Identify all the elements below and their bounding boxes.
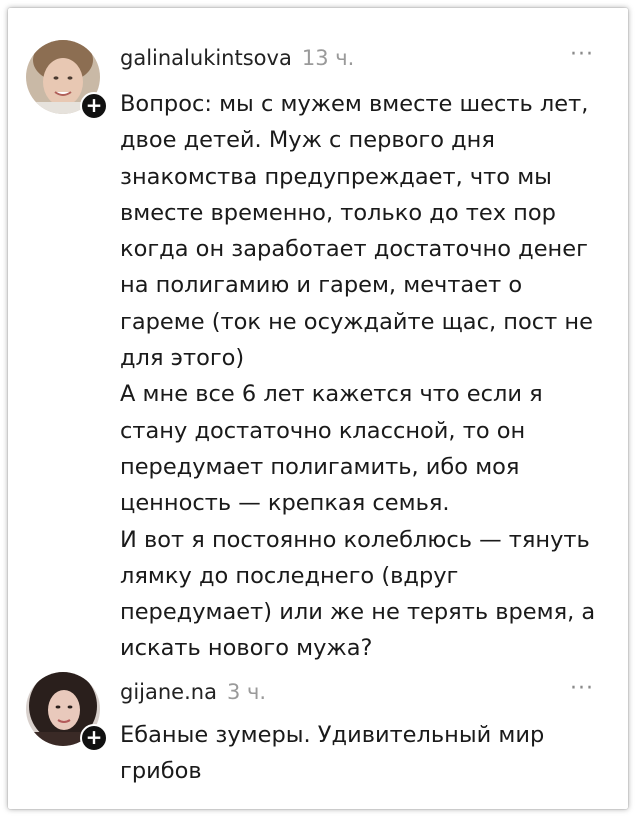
comment-line: ценность — крепкая семья. (120, 490, 450, 517)
comment-line: вместе временно, только до тех пор (120, 199, 556, 226)
comment-line: когда он заработает достаточно денег (120, 236, 588, 263)
comment-line: грибов (120, 758, 202, 785)
comment-line: знакомства предупреждает, что мы (120, 163, 552, 190)
timestamp: 3 ч. (226, 680, 267, 704)
follow-plus-icon[interactable]: + (80, 724, 108, 752)
comment-header: gijane.na 3 ч. (120, 680, 266, 704)
comment-line: для этого) (120, 345, 245, 372)
screenshot-frame: + galinalukintsova 13 ч. ··· Вопрос: мы с… (8, 8, 628, 809)
more-options-icon[interactable]: ··· (570, 676, 594, 701)
more-options-icon[interactable]: ··· (570, 42, 594, 67)
comment-2: + gijane.na 3 ч. ··· Ебаные зумеры. Удиви… (8, 648, 628, 808)
comment-line: А мне все 6 лет кажется что если я (120, 381, 543, 408)
comment-line: передумает полигамить, ибо моя (120, 453, 520, 480)
comment-text: Ебаные зумеры. Удивительный мир грибов (120, 717, 600, 790)
comment-text: Вопрос: мы с мужем вместе шесть лет, дво… (120, 86, 600, 667)
timestamp: 13 ч. (301, 46, 355, 70)
comment-line: передумает) или же не терять время, а (120, 599, 596, 626)
comment-line: на полигамию и гарем, мечтает о (120, 272, 523, 299)
comment-line: двое детей. Муж с первого дня (120, 127, 495, 154)
avatar-gijane-na[interactable]: + (26, 672, 108, 752)
comment-line: лямку до последнего (вдруг (120, 562, 459, 589)
username[interactable]: gijane.na (120, 680, 217, 704)
comment-line: стану достаточно классной, то он (120, 417, 526, 444)
comment-header: galinalukintsova 13 ч. (120, 46, 354, 70)
comment-line: И вот я постоянно колеблюсь — тянуть (120, 526, 590, 553)
comment-line: гареме (ток не осуждайте щас, пост не (120, 308, 593, 335)
comment-1: + galinalukintsova 13 ч. ··· Вопрос: мы с… (8, 8, 628, 661)
comment-line: Ебаные зумеры. Удивительный мир (120, 722, 545, 748)
follow-plus-icon[interactable]: + (80, 92, 108, 120)
avatar-galinalukintsova[interactable]: + (26, 40, 108, 120)
username[interactable]: galinalukintsova (120, 46, 292, 70)
comment-line: Вопрос: мы с мужем вместе шесть лет, (120, 91, 589, 117)
